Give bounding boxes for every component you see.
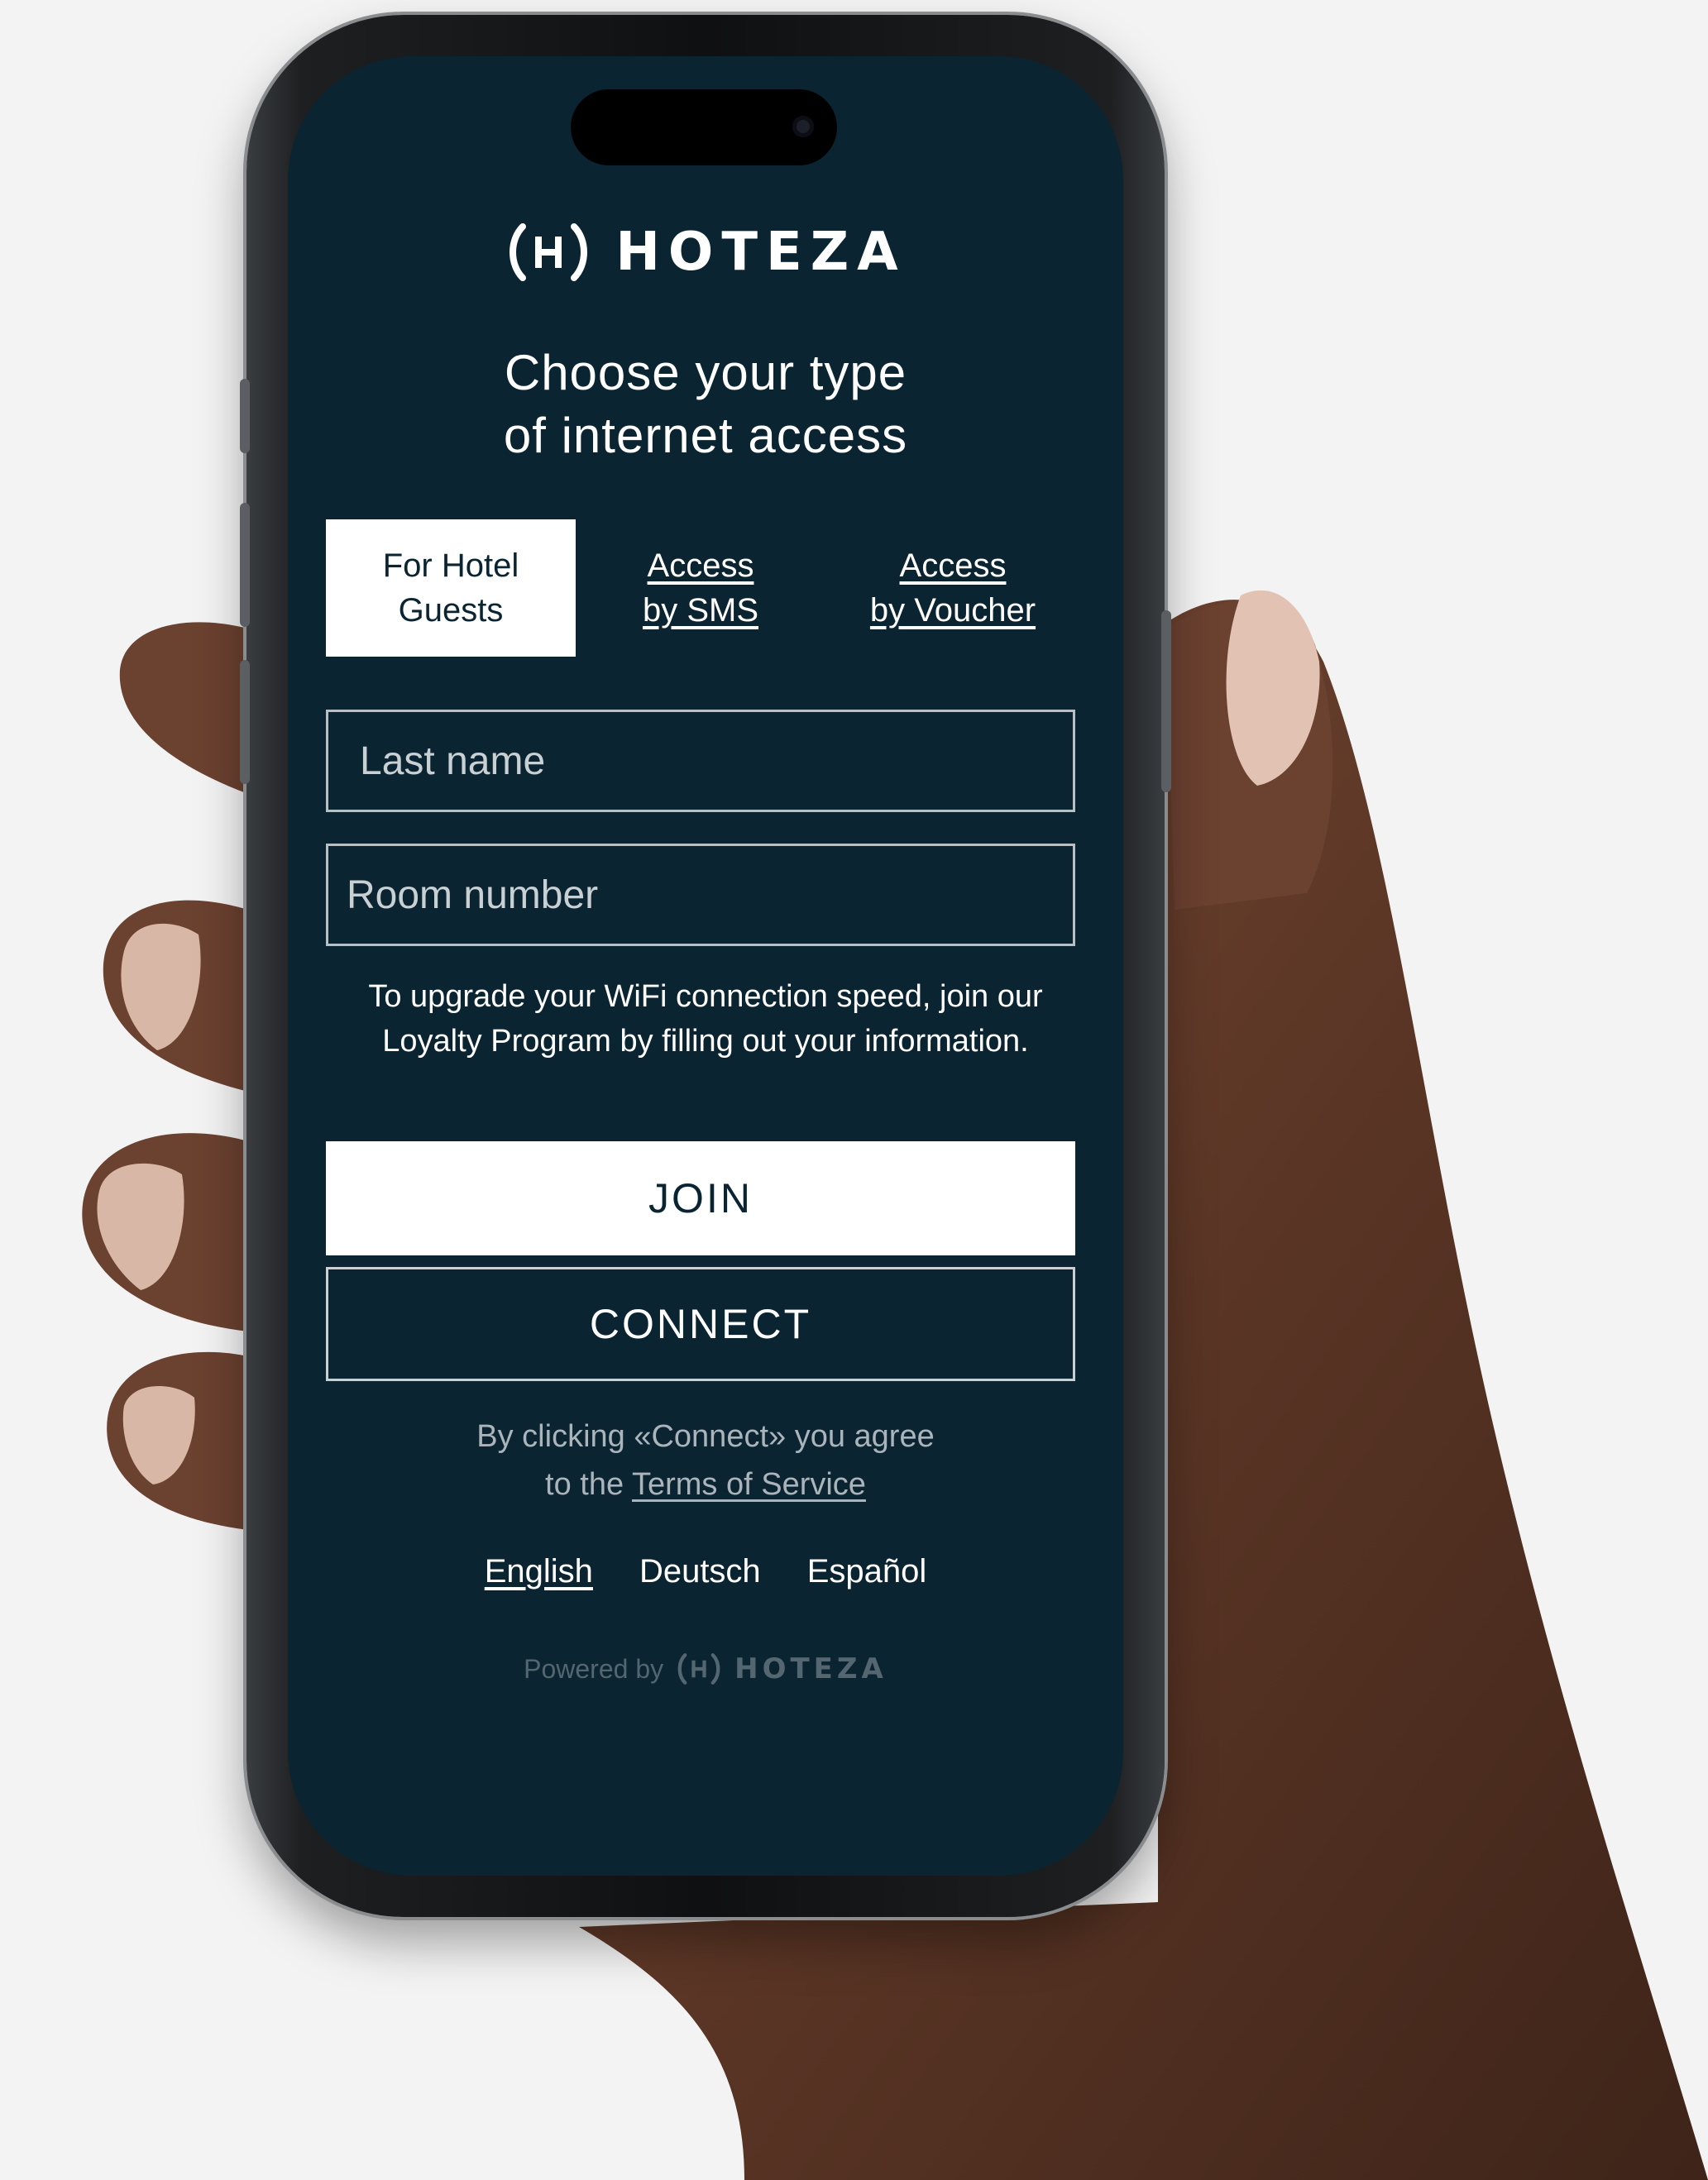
- tab-label-line2: Guests: [398, 592, 504, 629]
- page-title: Choose your type of internet access: [288, 342, 1123, 467]
- camera-icon: [792, 116, 814, 137]
- terms-notice: By clicking «Connect» you agree to the T…: [288, 1413, 1123, 1508]
- last-name-input[interactable]: [326, 710, 1075, 812]
- powered-by-footer: Powered by HOTEZA: [288, 1652, 1123, 1685]
- language-english[interactable]: English: [485, 1553, 593, 1590]
- page-title-line2: of internet access: [503, 408, 908, 463]
- side-button: [240, 379, 250, 453]
- phone-screen: HOTEZA Choose your type of internet acce…: [288, 56, 1123, 1876]
- tab-label-line1: Access: [899, 547, 1007, 584]
- side-button: [240, 660, 250, 784]
- powered-by-text: Powered by: [524, 1653, 664, 1684]
- terms-text: By clicking «Connect» you agree: [476, 1419, 935, 1454]
- brand-name: HOTEZA: [615, 222, 907, 283]
- language-deutsch[interactable]: Deutsch: [639, 1553, 761, 1590]
- dynamic-island: [571, 89, 837, 165]
- room-number-input[interactable]: [326, 844, 1075, 946]
- brand-logo: HOTEZA: [288, 222, 1123, 283]
- loyalty-info-text: To upgrade your WiFi connection speed, j…: [368, 979, 1043, 1059]
- tab-hotel-guests[interactable]: For Hotel Guests: [326, 519, 576, 657]
- phone-frame: HOTEZA Choose your type of internet acce…: [240, 15, 1171, 1917]
- terms-to-the: to the: [545, 1467, 624, 1502]
- side-button: [1161, 610, 1171, 792]
- tab-label-line1: For Hotel: [382, 547, 519, 584]
- language-espanol[interactable]: Español: [807, 1553, 927, 1590]
- language-switcher: English Deutsch Español: [288, 1553, 1123, 1590]
- access-type-tabs: For Hotel Guests Access by SMS Access by…: [326, 519, 1080, 657]
- tab-label-line1: Access: [647, 547, 754, 584]
- terms-of-service-link[interactable]: Terms of Service: [632, 1467, 866, 1502]
- hoteza-logo-icon: [677, 1653, 720, 1685]
- connect-button[interactable]: CONNECT: [326, 1267, 1075, 1381]
- page-title-line1: Choose your type: [504, 345, 907, 400]
- tab-access-voucher[interactable]: Access by Voucher: [825, 519, 1080, 657]
- tab-label-line2: by SMS: [642, 592, 759, 629]
- tab-label-line2: by Voucher: [869, 592, 1036, 629]
- powered-by-brand: HOTEZA: [734, 1652, 887, 1685]
- tab-access-sms[interactable]: Access by SMS: [576, 519, 825, 657]
- join-button[interactable]: JOIN: [326, 1141, 1075, 1255]
- hoteza-logo-icon: [510, 223, 588, 281]
- side-button: [240, 503, 250, 627]
